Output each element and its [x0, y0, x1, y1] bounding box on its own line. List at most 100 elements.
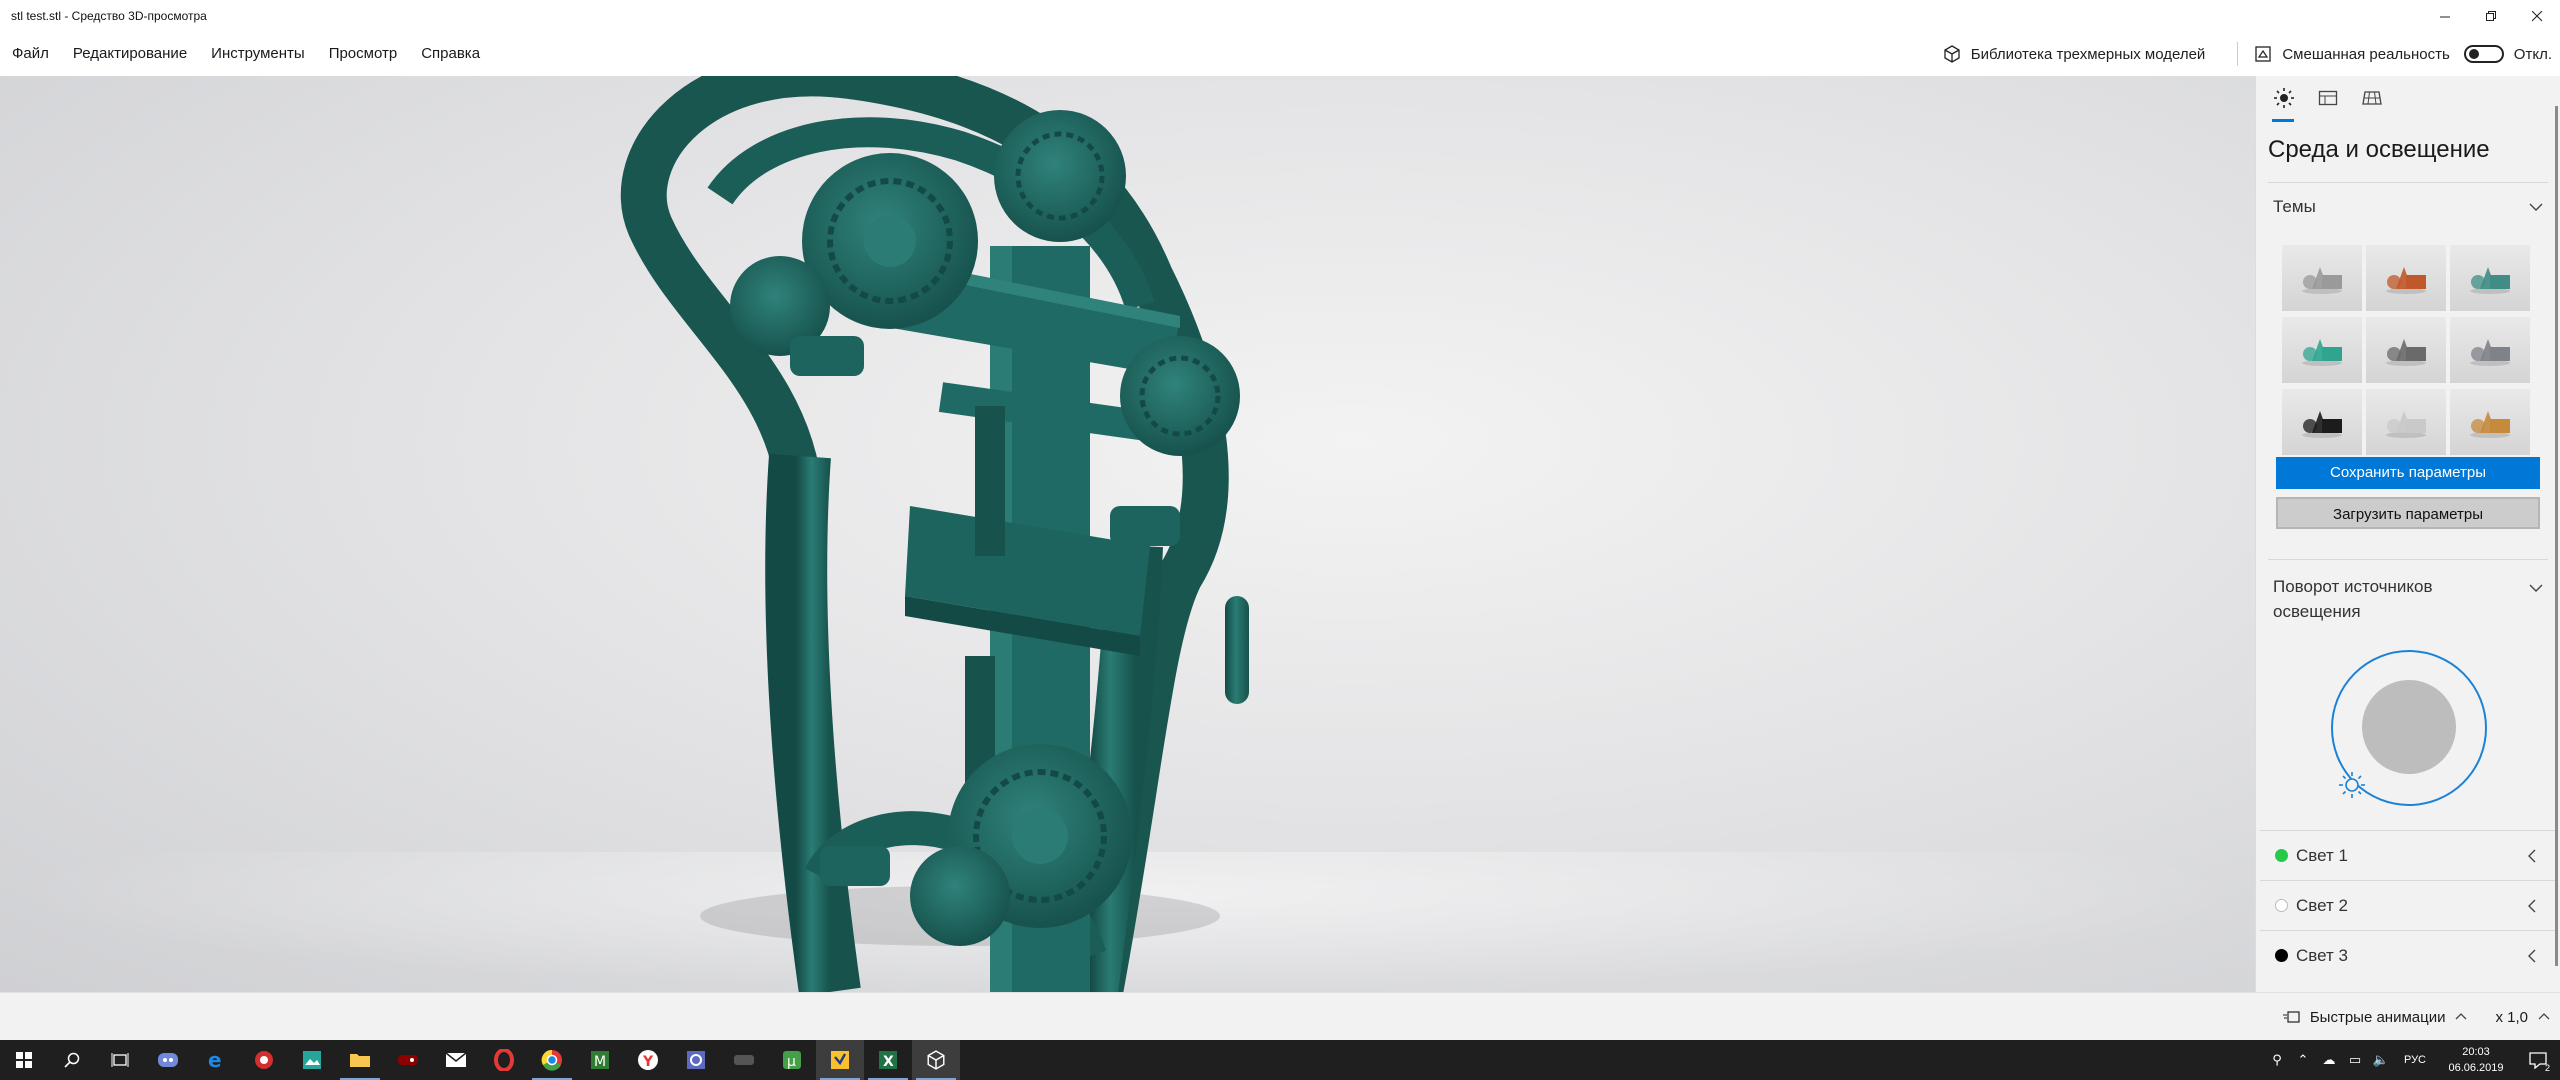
- grid-icon: [2362, 91, 2382, 105]
- opera-icon: [494, 1049, 514, 1071]
- speed-button[interactable]: x 1,0: [2495, 1009, 2550, 1026]
- 3d-model[interactable]: [0, 76, 2255, 992]
- taskbar-app-yandex[interactable]: Y: [624, 1040, 672, 1080]
- vr-icon: [734, 1055, 754, 1065]
- light-rotation-label: Поворот источников освещения: [2273, 577, 2433, 621]
- sun-icon: [2274, 88, 2294, 108]
- network-icon[interactable]: ▭: [2342, 1052, 2368, 1068]
- theme-thumbnail-1[interactable]: [2282, 245, 2362, 311]
- cube-icon: [927, 1050, 945, 1070]
- panel-scrollbar[interactable]: [2555, 106, 2558, 966]
- language-indicator[interactable]: РУС: [2394, 1054, 2436, 1066]
- taskbar-app-excel[interactable]: X: [864, 1040, 912, 1080]
- chevron-left-icon: [2528, 849, 2536, 862]
- 3d-viewport[interactable]: [0, 76, 2255, 992]
- theme-preview-icon: [2470, 339, 2510, 366]
- mixed-reality-toggle[interactable]: [2463, 45, 2504, 63]
- light-1-dot: [2275, 849, 2288, 862]
- taskbar-app-3d-viewer[interactable]: [912, 1040, 960, 1080]
- theme-thumbnail-3[interactable]: [2450, 245, 2530, 311]
- window-title: stl test.stl - Средство 3D-просмотра: [11, 9, 207, 23]
- light-rotation-section-header[interactable]: Поворот источников освещения: [2256, 560, 2560, 640]
- themes-section-header[interactable]: Темы: [2256, 183, 2560, 231]
- 3d-library-button[interactable]: Библиотека трехмерных моделей: [1943, 45, 2222, 63]
- minimize-button[interactable]: [2422, 0, 2468, 32]
- start-button[interactable]: [0, 1040, 48, 1080]
- taskbar-app-opera[interactable]: [480, 1040, 528, 1080]
- taskbar-app-explorer[interactable]: [336, 1040, 384, 1080]
- menu-right: Библиотека трехмерных моделей Смешанная …: [1943, 32, 2552, 76]
- cloud-icon[interactable]: ☁: [2316, 1052, 2342, 1068]
- theme-thumbnail-6[interactable]: [2450, 317, 2530, 383]
- menu-help[interactable]: Справка: [409, 32, 492, 76]
- save-settings-button[interactable]: Сохранить параметры: [2276, 457, 2540, 489]
- taskbar-app-vr[interactable]: [720, 1040, 768, 1080]
- theme-thumbnail-7[interactable]: [2282, 389, 2362, 455]
- task-view-button[interactable]: [96, 1040, 144, 1080]
- taskbar-app-discord[interactable]: [144, 1040, 192, 1080]
- close-button[interactable]: [2514, 0, 2560, 32]
- cube-icon: [1944, 45, 1960, 63]
- taskbar-app-utorrent[interactable]: µ: [768, 1040, 816, 1080]
- clock-date: 06.06.2019: [2448, 1062, 2504, 1074]
- light-2-dot: [2275, 899, 2288, 912]
- taskbar-app-game[interactable]: [384, 1040, 432, 1080]
- theme-thumbnail-8[interactable]: [2366, 389, 2446, 455]
- maps-icon: M: [591, 1051, 609, 1070]
- light-rotator[interactable]: [2256, 640, 2556, 830]
- light-2-row[interactable]: Свет 2: [2260, 880, 2556, 930]
- theme-thumbnail-9[interactable]: [2450, 389, 2530, 455]
- menu-tools[interactable]: Инструменты: [199, 32, 317, 76]
- search-button[interactable]: [48, 1040, 96, 1080]
- taskbar-app-sheets[interactable]: [816, 1040, 864, 1080]
- taskbar-app-photos[interactable]: [288, 1040, 336, 1080]
- title-bar: stl test.stl - Средство 3D-просмотра: [0, 0, 2560, 32]
- notification-center-button[interactable]: 2: [2516, 1051, 2560, 1073]
- theme-preview-icon: [2302, 339, 2342, 366]
- theme-preview-icon: [2302, 411, 2342, 438]
- theme-thumbnail-2[interactable]: [2366, 245, 2446, 311]
- taskbar-app-mail[interactable]: [432, 1040, 480, 1080]
- folder-icon: [350, 1054, 370, 1067]
- system-tray: ⚲ ⌃ ☁ ▭ 🔈 РУС 20:03 06.06.2019 2: [2264, 1040, 2560, 1080]
- taskbar-app-media[interactable]: [240, 1040, 288, 1080]
- mixed-reality-button[interactable]: Смешанная реальность Откл.: [2254, 45, 2552, 63]
- fast-animations-button[interactable]: Быстрые анимации: [2282, 1009, 2468, 1026]
- edge-icon: e: [208, 1049, 222, 1071]
- taskbar-app-maps[interactable]: M: [576, 1040, 624, 1080]
- menu-file[interactable]: Файл: [0, 32, 61, 76]
- media-icon: [255, 1051, 273, 1069]
- menu-view[interactable]: Просмотр: [317, 32, 410, 76]
- svg-text:µ: µ: [787, 1054, 796, 1070]
- tab-grid[interactable]: [2356, 88, 2388, 122]
- light-handle[interactable]: [2337, 770, 2367, 805]
- mixed-reality-label: Смешанная реальность: [2282, 45, 2450, 63]
- light-1-row[interactable]: Свет 1: [2260, 830, 2556, 880]
- menu-edit[interactable]: Редактирование: [61, 32, 199, 76]
- taskbar-app-edge[interactable]: e: [192, 1040, 240, 1080]
- panel-tabs: [2256, 76, 2560, 124]
- toggle-knob: [2468, 49, 2479, 59]
- taskbar: e M Y µ X ⚲ ⌃ ☁ ▭ 🔈 РУС 20:03 06.06.2019: [0, 1040, 2560, 1080]
- excel-icon: X: [879, 1051, 897, 1070]
- theme-thumbnail-4[interactable]: [2282, 317, 2362, 383]
- volume-icon[interactable]: 🔈: [2368, 1052, 2394, 1068]
- taskbar-app-settings[interactable]: [672, 1040, 720, 1080]
- photos-icon: [303, 1051, 321, 1069]
- people-icon[interactable]: ⚲: [2264, 1052, 2290, 1068]
- tab-lighting[interactable]: [2268, 88, 2300, 122]
- mail-icon: [445, 1052, 467, 1067]
- load-settings-button[interactable]: Загрузить параметры: [2276, 497, 2540, 529]
- themes-label: Темы: [2273, 197, 2316, 216]
- settings-icon: [687, 1051, 705, 1069]
- taskbar-app-chrome[interactable]: [528, 1040, 576, 1080]
- restore-button[interactable]: [2468, 0, 2514, 32]
- tab-stats[interactable]: [2312, 88, 2344, 122]
- toggle-state-label: Откл.: [2513, 45, 2552, 63]
- close-icon: [2531, 10, 2542, 21]
- chevron-up-icon[interactable]: ⌃: [2290, 1052, 2316, 1068]
- clock[interactable]: 20:03 06.06.2019: [2436, 1044, 2516, 1076]
- chevron-up-icon: [2538, 1013, 2550, 1020]
- light-3-row[interactable]: Свет 3: [2260, 930, 2556, 980]
- theme-thumbnail-5[interactable]: [2366, 317, 2446, 383]
